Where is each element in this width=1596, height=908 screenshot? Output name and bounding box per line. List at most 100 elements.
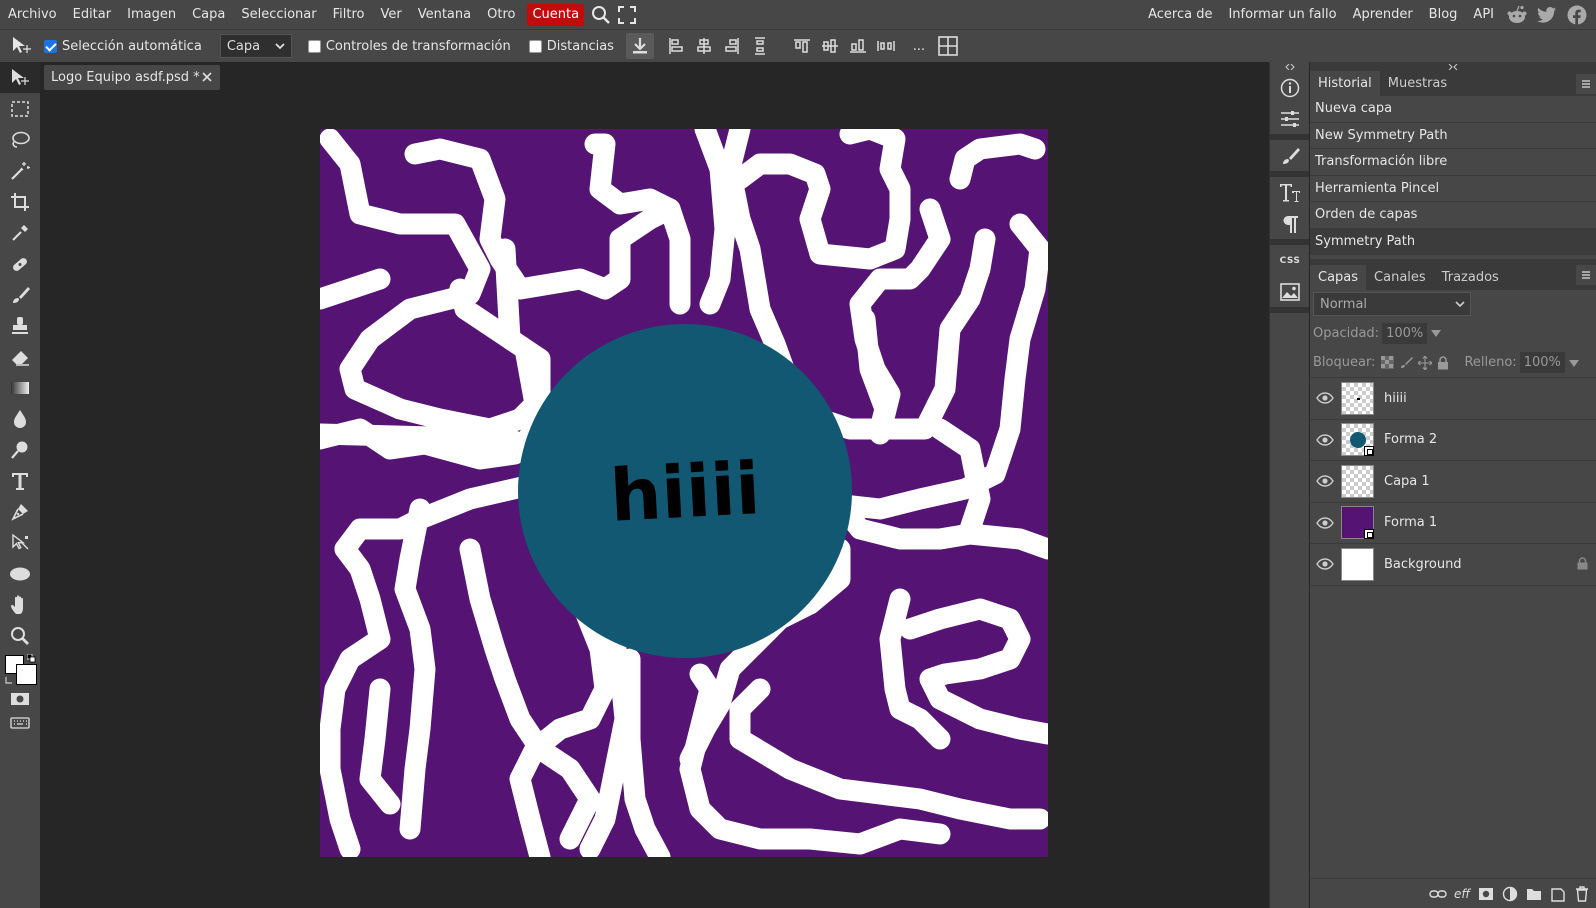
lock-all-icon[interactable] <box>1437 355 1449 370</box>
document-tab[interactable]: Logo Equipo asdf.psd * <box>44 65 220 90</box>
visibility-eye-icon[interactable] <box>1310 434 1340 446</box>
info-panel-button[interactable] <box>1270 72 1310 103</box>
distances-check[interactable] <box>528 39 542 53</box>
opacity-input[interactable]: 100% <box>1382 322 1428 344</box>
layer-effects-button[interactable]: eff <box>1450 882 1474 906</box>
reddit-icon[interactable] <box>1502 0 1532 29</box>
layers-menu-button[interactable] <box>1576 265 1596 285</box>
healing-brush-tool[interactable] <box>0 248 40 279</box>
fill-input[interactable]: 100% <box>1519 352 1565 373</box>
zoom-tool[interactable] <box>0 620 40 651</box>
facebook-icon[interactable] <box>1562 0 1592 29</box>
paragraph-panel-button[interactable] <box>1270 208 1310 239</box>
tab-historial[interactable]: Historial <box>1310 71 1380 96</box>
align-top-icon[interactable] <box>788 30 816 63</box>
brush-panel-button[interactable] <box>1270 140 1310 171</box>
blend-mode-dropdown[interactable]: Normal <box>1313 292 1471 316</box>
type-tool[interactable] <box>0 465 40 496</box>
layer-row[interactable]: Background <box>1310 544 1596 586</box>
quick-mask-tool[interactable] <box>0 687 40 711</box>
new-folder-icon[interactable] <box>1522 882 1546 906</box>
move-tool[interactable] <box>0 62 40 93</box>
menu-archivo[interactable]: Archivo <box>0 0 65 29</box>
clone-stamp-tool[interactable] <box>0 310 40 341</box>
hand-tool[interactable] <box>0 589 40 620</box>
eraser-tool[interactable] <box>0 341 40 372</box>
menu-filtro[interactable]: Filtro <box>325 0 373 29</box>
swap-colors-icon[interactable] <box>27 654 36 663</box>
image-panel-button[interactable] <box>1270 276 1310 307</box>
distribute-h-icon[interactable] <box>746 30 774 63</box>
link-informar-fallo[interactable]: Informar un fallo <box>1220 0 1344 29</box>
path-select-tool[interactable] <box>0 527 40 558</box>
keyboard-tool[interactable] <box>0 711 40 735</box>
link-aprender[interactable]: Aprender <box>1345 0 1421 29</box>
css-panel-button[interactable]: CSS <box>1270 245 1310 276</box>
align-bottom-icon[interactable] <box>844 30 872 63</box>
account-button[interactable]: Cuenta <box>527 3 585 26</box>
menu-seleccionar[interactable]: Seleccionar <box>233 0 324 29</box>
reset-colors-icon[interactable] <box>5 676 14 685</box>
align-left-icon[interactable] <box>662 30 690 63</box>
adjustments-panel-button[interactable] <box>1270 103 1310 134</box>
lock-transparency-icon[interactable] <box>1381 356 1395 369</box>
tab-capas[interactable]: Capas <box>1310 265 1367 290</box>
eyedropper-tool[interactable] <box>0 217 40 248</box>
gradient-tool[interactable] <box>0 372 40 403</box>
menu-imagen[interactable]: Imagen <box>119 0 184 29</box>
menu-editar[interactable]: Editar <box>65 0 120 29</box>
lasso-tool[interactable] <box>0 124 40 155</box>
magic-wand-tool[interactable] <box>0 155 40 186</box>
visibility-eye-icon[interactable] <box>1310 475 1340 487</box>
layer-row[interactable]: Capa 1 <box>1310 461 1596 503</box>
more-options-button[interactable]: ... <box>904 39 934 54</box>
grid-icon[interactable] <box>934 30 962 63</box>
history-item[interactable]: Herramienta Pincel <box>1310 176 1596 202</box>
close-icon[interactable] <box>200 70 214 84</box>
add-mask-icon[interactable] <box>1474 882 1498 906</box>
tab-muestras[interactable]: Muestras <box>1380 71 1455 96</box>
align-center-h-icon[interactable] <box>690 30 718 63</box>
link-layers-icon[interactable] <box>1426 882 1450 906</box>
layer-row[interactable]: Forma 1 <box>1310 503 1596 544</box>
search-icon[interactable] <box>588 0 614 29</box>
visibility-eye-icon[interactable] <box>1310 392 1340 404</box>
history-item-current[interactable]: Symmetry Path <box>1310 228 1596 255</box>
visibility-eye-icon[interactable] <box>1310 558 1340 570</box>
transform-controls-check[interactable] <box>307 39 321 53</box>
fullscreen-icon[interactable] <box>614 0 640 29</box>
shape-tool[interactable] <box>0 558 40 589</box>
link-api[interactable]: API <box>1465 0 1502 29</box>
history-item[interactable]: Transformación libre <box>1310 149 1596 176</box>
brush-tool[interactable] <box>0 279 40 310</box>
new-layer-icon[interactable] <box>1546 882 1570 906</box>
lock-position-icon[interactable] <box>1418 355 1433 370</box>
document-canvas[interactable]: hiiii <box>320 129 1048 857</box>
link-blog[interactable]: Blog <box>1421 0 1466 29</box>
delete-layer-icon[interactable] <box>1570 882 1594 906</box>
adjustment-layer-icon[interactable] <box>1498 882 1522 906</box>
align-right-icon[interactable] <box>718 30 746 63</box>
link-acerca-de[interactable]: Acerca de <box>1140 0 1220 29</box>
menu-capa[interactable]: Capa <box>184 0 233 29</box>
marquee-tool[interactable] <box>0 93 40 124</box>
menu-ver[interactable]: Ver <box>372 0 409 29</box>
crop-tool[interactable] <box>0 186 40 217</box>
history-item[interactable]: Nueva capa <box>1310 96 1596 123</box>
collapse-strip-arrows[interactable] <box>1270 62 1309 72</box>
layer-row[interactable]: hiiii <box>1310 378 1596 420</box>
tab-canales[interactable]: Canales <box>1366 265 1434 290</box>
color-swatches[interactable] <box>0 651 40 687</box>
background-color[interactable] <box>16 664 37 685</box>
download-icon[interactable] <box>625 33 654 59</box>
distances-checkbox[interactable]: Distancias <box>528 39 614 54</box>
history-item[interactable]: New Symmetry Path <box>1310 123 1596 149</box>
move-tool-icon[interactable] <box>0 30 44 63</box>
pen-tool[interactable] <box>0 496 40 527</box>
fill-arrow-icon[interactable] <box>1568 358 1579 368</box>
auto-select-checkbox[interactable]: Selección automática <box>44 39 202 54</box>
visibility-eye-icon[interactable] <box>1310 517 1340 529</box>
tab-trazados[interactable]: Trazados <box>1434 265 1507 290</box>
lock-pixels-icon[interactable] <box>1400 356 1414 369</box>
character-panel-button[interactable] <box>1270 177 1310 208</box>
